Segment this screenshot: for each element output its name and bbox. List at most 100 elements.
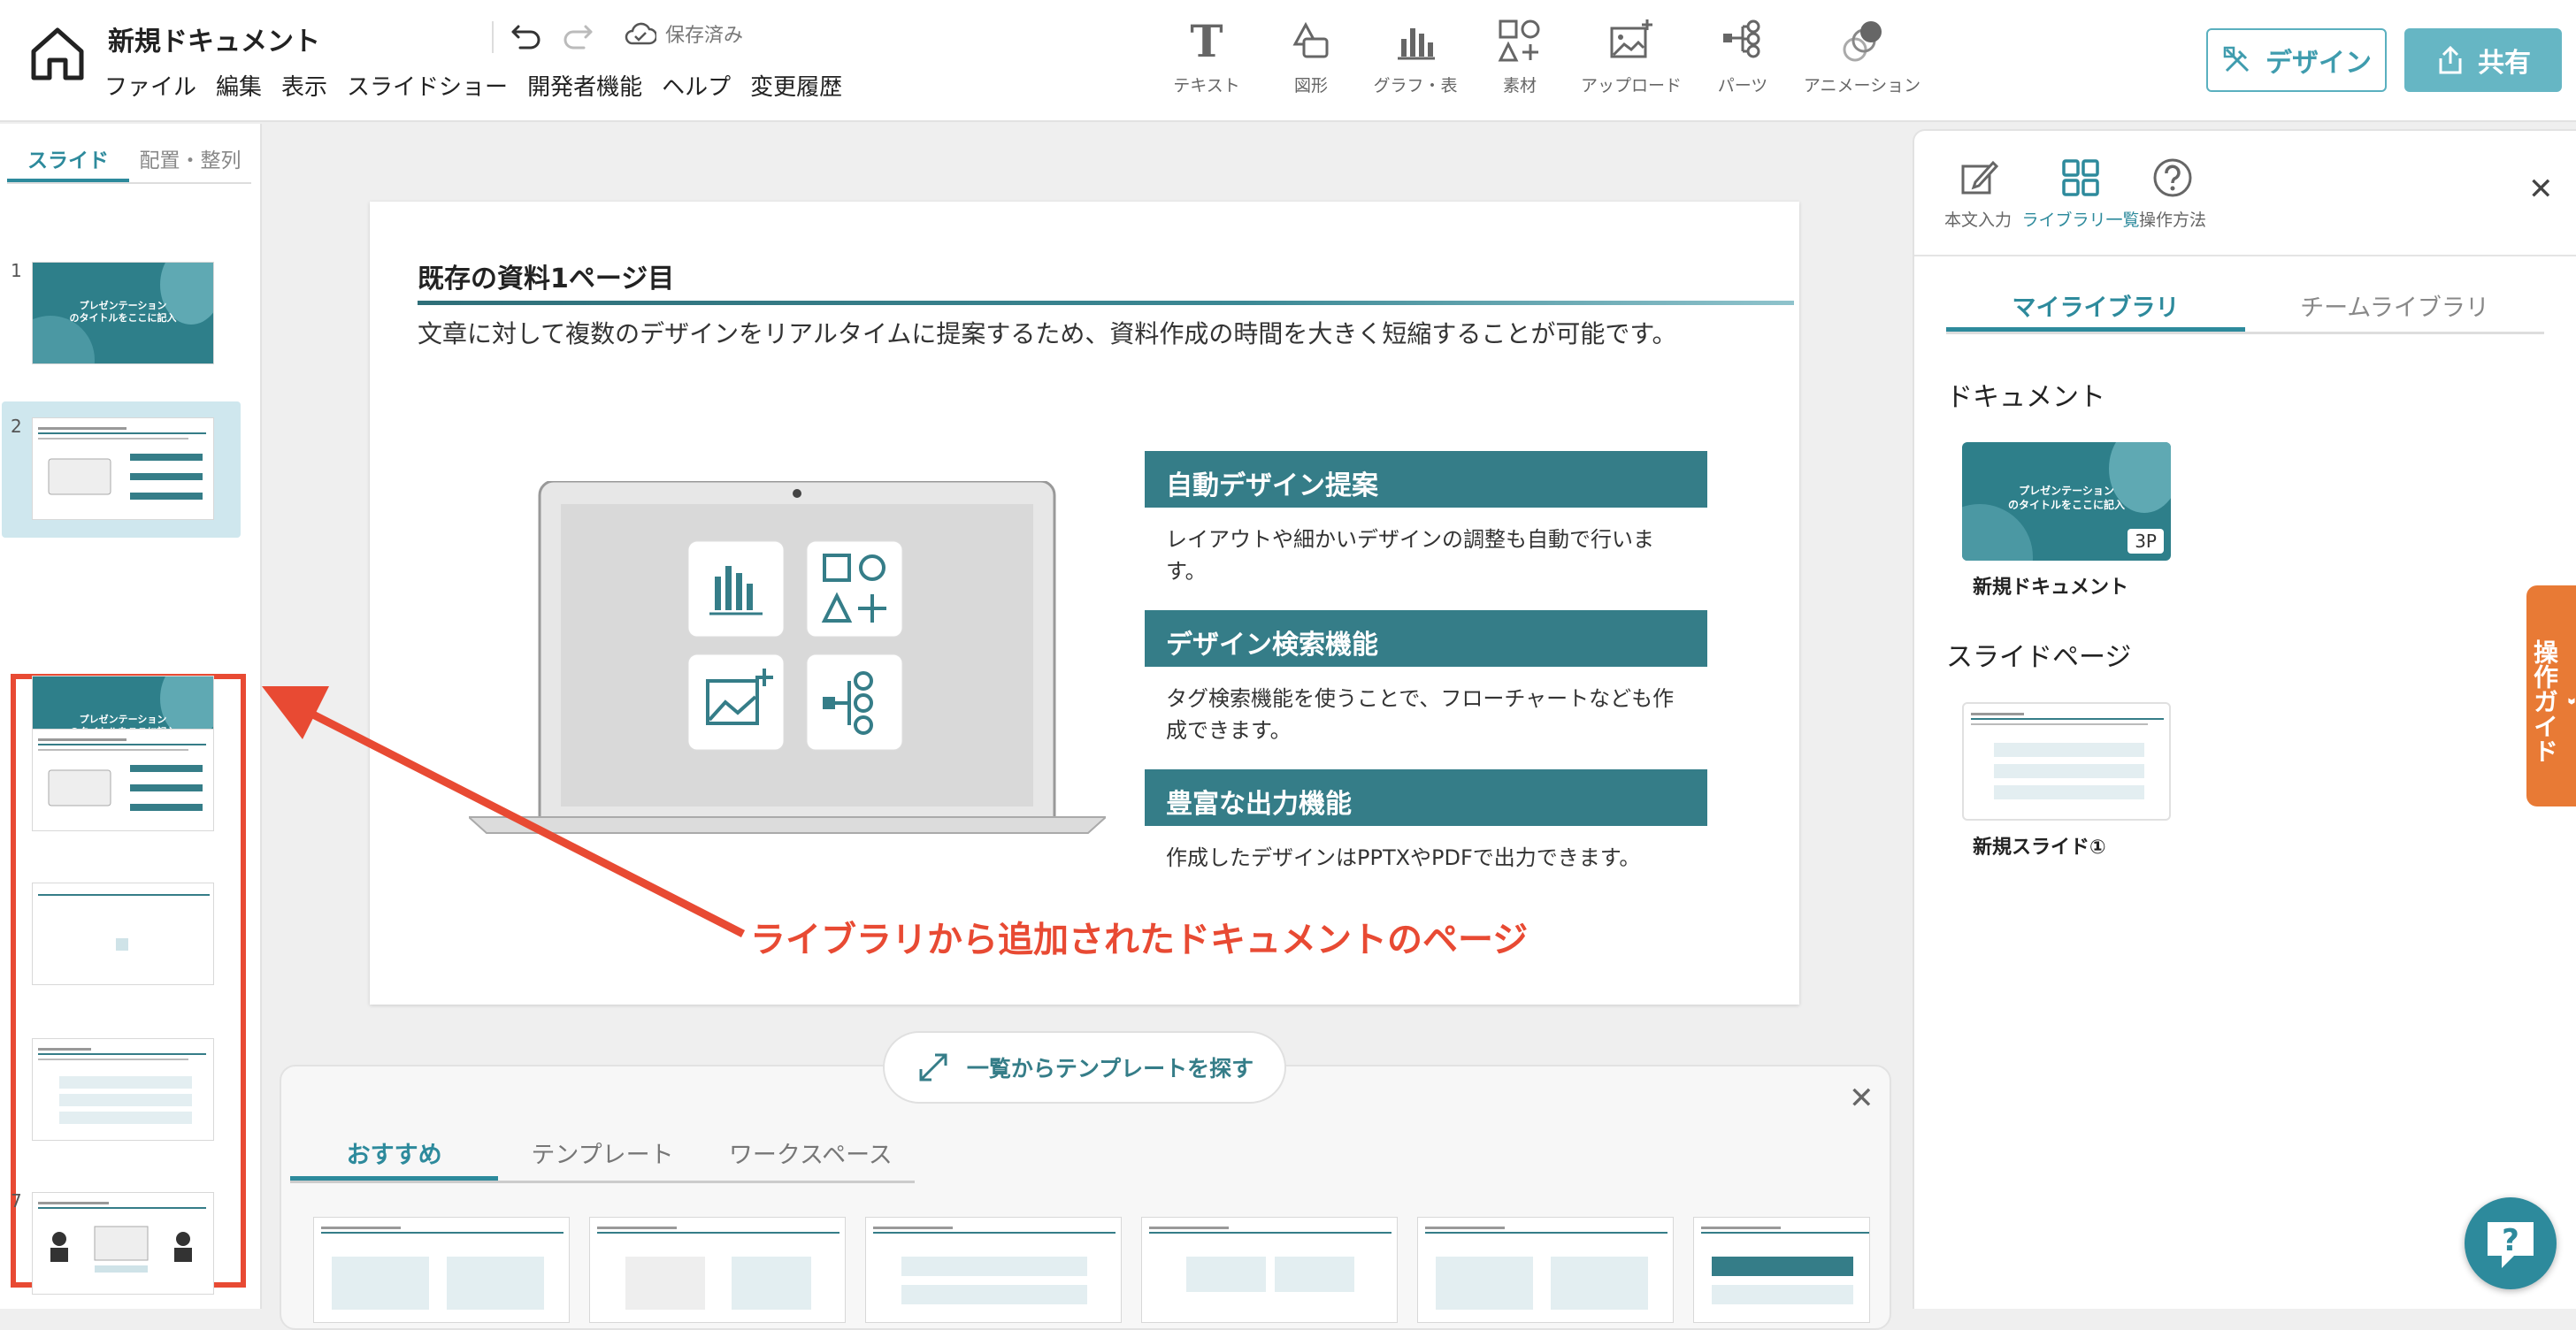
library-document-card[interactable]: プレゼンテーション のタイトルをここに記入 3P: [1962, 442, 2171, 561]
menu-view[interactable]: 表示: [281, 69, 327, 102]
close-icon[interactable]: ✕: [2528, 172, 2554, 207]
tab-team-library[interactable]: チームライブラリ: [2245, 283, 2544, 332]
tool-chart[interactable]: グラフ・表: [1373, 16, 1458, 96]
menu-edit[interactable]: 編集: [216, 69, 262, 102]
tab-workspace[interactable]: ワークスペース: [707, 1120, 915, 1181]
feature-block[interactable]: 自動デザイン提案 レイアウトや細かいデザインの調整も自動で行います。: [1145, 451, 1707, 587]
menu-bar: ファイル 編集 表示 スライドショー 開発者機能 ヘルプ 変更履歴: [104, 69, 842, 102]
slide-thumbnail[interactable]: [32, 1038, 214, 1141]
edit-icon: [1961, 160, 1999, 195]
top-toolbar: 新規ドキュメント ファイル 編集 表示 スライドショー 開発者機能 ヘルプ 変更…: [0, 0, 2576, 122]
tab-library-list[interactable]: ライブラリ一覧: [2022, 156, 2140, 231]
document-title[interactable]: 新規ドキュメント: [108, 19, 320, 58]
slide-thumbnail[interactable]: プレゼンテーションのタイトルをここに記入: [32, 262, 214, 364]
template-list: [313, 1217, 1870, 1323]
slide-thumbnail-selected[interactable]: [32, 417, 214, 520]
save-status-label: 保存済み: [665, 25, 744, 47]
library-slide-card[interactable]: [1962, 702, 2171, 821]
parts-icon: [1723, 19, 1760, 58]
cloud-check-icon: [625, 22, 656, 45]
chat-question-icon: ?: [2488, 1222, 2534, 1268]
grid-icon: [2062, 159, 2099, 196]
menu-history[interactable]: 変更履歴: [750, 69, 842, 102]
template-panel: ✕ おすすめ テンプレート ワークスペース: [280, 1065, 1891, 1330]
svg-text:T: T: [1190, 16, 1223, 65]
menu-developer[interactable]: 開発者機能: [527, 69, 642, 102]
feature-block[interactable]: デザイン検索機能 タグ検索機能を使うことで、フローチャートなども作成できます。: [1145, 610, 1707, 746]
slide-thumbnail[interactable]: [32, 1192, 214, 1295]
find-template-button[interactable]: 一覧からテンプレートを探す: [883, 1031, 1286, 1104]
material-icon: [1498, 19, 1540, 62]
home-icon[interactable]: [27, 23, 88, 85]
annotation-label: ライブラリから追加されたドキュメントのページ: [750, 920, 1529, 960]
menu-help[interactable]: ヘルプ: [662, 69, 731, 102]
tab-how-to[interactable]: 操作方法: [2120, 156, 2226, 231]
slide-thumbnail[interactable]: [32, 729, 214, 831]
template-card[interactable]: [865, 1217, 1122, 1323]
insert-tools: T テキスト 図形 グラフ・表 素材 アップロード パーツ アニメーション: [1164, 16, 1920, 96]
share-button[interactable]: 共有: [2404, 28, 2562, 92]
template-card[interactable]: [313, 1217, 570, 1323]
title-underline: [418, 301, 1794, 305]
tab-arrange[interactable]: 配置・整列: [129, 138, 251, 182]
tool-material[interactable]: 素材: [1477, 16, 1562, 96]
svg-text:?: ?: [2502, 1223, 2519, 1258]
feature-block[interactable]: 豊富な出力機能 作成したデザインはPPTXやPDFで出力できます。: [1145, 769, 1707, 874]
tab-text-input[interactable]: 本文入力: [1925, 156, 2031, 231]
slide-name: 新規スライド①: [1973, 837, 2106, 859]
feature-heading: 豊富な出力機能: [1145, 769, 1707, 826]
slide-canvas[interactable]: 既存の資料1ページ目 文章に対して複数のデザインをリアルタイムに提案するため、資…: [370, 202, 1799, 1005]
undo-icon[interactable]: [508, 18, 545, 55]
divider: [1914, 255, 2576, 256]
feature-heading: 自動デザイン提案: [1145, 451, 1707, 508]
tool-upload[interactable]: アップロード: [1581, 16, 1682, 96]
tool-animation[interactable]: アニメーション: [1804, 16, 1920, 96]
slide-list-panel: スライド 配置・整列 1 プレゼンテーション のタイトルをここに記入 2 プレゼン…: [0, 124, 262, 1309]
tool-shape[interactable]: 図形: [1269, 16, 1353, 96]
redo-icon[interactable]: [559, 18, 596, 55]
feature-text: タグ検索機能を使うことで、フローチャートなども作成できます。: [1166, 686, 1675, 743]
slide-title[interactable]: 既存の資料1ページ目: [418, 256, 674, 295]
slide-number: 2: [11, 416, 22, 437]
feature-text: レイアウトや細かいデザインの調整も自動で行います。: [1166, 527, 1654, 584]
left-panel-tabs: スライド 配置・整列: [7, 138, 251, 184]
tool-text[interactable]: T テキスト: [1164, 16, 1249, 96]
slide-number: 1: [11, 260, 22, 281]
tab-slides[interactable]: スライド: [7, 138, 129, 182]
close-icon[interactable]: ✕: [1849, 1081, 1874, 1116]
laptop-illustration[interactable]: [469, 481, 1106, 852]
template-card[interactable]: [1693, 1217, 1870, 1323]
save-status: 保存済み: [625, 19, 743, 48]
tab-recommended[interactable]: おすすめ: [290, 1120, 499, 1181]
slide-thumbnail[interactable]: [32, 883, 214, 985]
animation-icon: [1843, 21, 1882, 62]
beginner-leaf-icon: [2568, 698, 2575, 705]
tab-templates[interactable]: テンプレート: [498, 1120, 706, 1181]
chart-icon: [1398, 28, 1435, 60]
feature-text: 作成したデザインはPPTXやPDFで出力できます。: [1166, 845, 1641, 870]
template-card[interactable]: [589, 1217, 846, 1323]
slide-pages-heading: スライドページ: [1946, 642, 2132, 673]
share-icon: [2439, 45, 2462, 74]
document-name: 新規ドキュメント: [1973, 577, 2129, 599]
tool-parts[interactable]: パーツ: [1700, 16, 1785, 96]
operation-guide-tab[interactable]: 操作ガイド: [2526, 585, 2576, 806]
template-card[interactable]: [1417, 1217, 1674, 1323]
menu-slideshow[interactable]: スライドショー: [347, 69, 508, 102]
library-tabs: マイライブラリ チームライブラリ: [1946, 283, 2544, 334]
magic-wand-icon: [2223, 46, 2250, 73]
expand-icon: [919, 1053, 947, 1082]
help-chat-button[interactable]: ?: [2465, 1197, 2557, 1289]
documents-heading: ドキュメント: [1946, 382, 2105, 413]
template-card[interactable]: [1141, 1217, 1398, 1323]
library-panel: 本文入力 ライブラリ一覧 操作方法 ✕ マイライブラリ チームライブラリ ドキュ…: [1913, 129, 2576, 1309]
divider: [492, 21, 494, 53]
slide-number: 7: [11, 1190, 22, 1212]
text-icon: T: [1190, 16, 1223, 65]
help-circle-icon: [2153, 158, 2192, 197]
menu-file[interactable]: ファイル: [104, 69, 196, 102]
design-button[interactable]: デザイン: [2206, 28, 2387, 92]
shape-icon: [1292, 21, 1329, 58]
slide-body-text[interactable]: 文章に対して複数のデザインをリアルタイムに提案するため、資料作成の時間を大きく短…: [418, 315, 1677, 350]
tab-my-library[interactable]: マイライブラリ: [1946, 283, 2245, 332]
